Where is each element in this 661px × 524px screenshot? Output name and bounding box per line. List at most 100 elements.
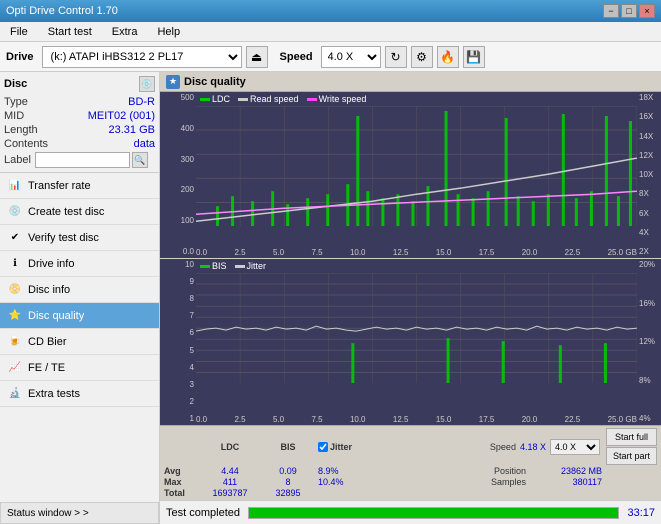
ldc-avg: 4.44 bbox=[202, 466, 258, 476]
status-window-button[interactable]: Status window > > bbox=[0, 502, 159, 524]
upper-y-axis-left: 500 400 300 200 100 0.0 bbox=[160, 92, 196, 258]
chart-title: Disc quality bbox=[184, 76, 246, 88]
sidebar-item-transfer-rate[interactable]: 📊 Transfer rate bbox=[0, 173, 159, 199]
disc-label-button[interactable]: 🔍 bbox=[132, 152, 148, 168]
disc-info-label: Disc info bbox=[28, 284, 70, 296]
drive-select[interactable]: (k:) ATAPI iHBS312 2 PL17 bbox=[42, 46, 242, 68]
lower-x-axis: 0.0 2.5 5.0 7.5 10.0 12.5 15.0 17.5 20.0… bbox=[196, 413, 637, 425]
create-test-disc-icon: 💿 bbox=[8, 205, 22, 219]
upper-x-axis: 0.0 2.5 5.0 7.5 10.0 12.5 15.0 17.5 20.0… bbox=[196, 246, 637, 258]
menu-file[interactable]: File bbox=[4, 25, 34, 39]
disc-section: Disc 💿 Type BD-R MID MEIT02 (001) Length… bbox=[0, 72, 159, 173]
upper-chart-legend: LDC Read speed Write speed bbox=[200, 94, 366, 104]
sidebar-item-extra-tests[interactable]: 🔬 Extra tests bbox=[0, 381, 159, 407]
start-part-button[interactable]: Start part bbox=[606, 447, 657, 465]
progress-bar-fill bbox=[249, 508, 618, 518]
extra-tests-icon: 🔬 bbox=[8, 387, 22, 401]
ldc-col-header: LDC bbox=[221, 442, 240, 452]
speed-col-label: Speed bbox=[490, 442, 516, 452]
disc-label-input[interactable] bbox=[35, 152, 130, 168]
cd-bier-icon: 🍺 bbox=[8, 335, 22, 349]
app-title: Opti Drive Control 1.70 bbox=[6, 5, 118, 17]
disc-info-icon: 📀 bbox=[8, 283, 22, 297]
settings-button[interactable]: ⚙ bbox=[411, 46, 433, 68]
speed-stats-select[interactable]: 4.0 X bbox=[550, 439, 600, 455]
drive-info-icon: ℹ bbox=[8, 257, 22, 271]
jitter-checkbox[interactable] bbox=[318, 442, 328, 452]
ldc-legend: LDC bbox=[200, 94, 230, 104]
total-label: Total bbox=[164, 488, 200, 498]
disc-contents-label: Contents bbox=[4, 138, 48, 150]
lower-chart-legend: BIS Jitter bbox=[200, 261, 266, 271]
lower-chart-svg bbox=[196, 273, 637, 383]
chart-header: ★ Disc quality bbox=[160, 72, 661, 92]
progress-bar-container bbox=[248, 507, 619, 519]
sidebar: Disc 💿 Type BD-R MID MEIT02 (001) Length… bbox=[0, 72, 160, 524]
burn-button[interactable]: 🔥 bbox=[437, 46, 459, 68]
speed-value-display: 4.18 X bbox=[520, 442, 546, 452]
disc-title: Disc bbox=[4, 78, 27, 90]
upper-y-axis-right: 18X 16X 14X 12X 10X 8X 6X 4X 2X bbox=[637, 92, 661, 258]
disc-icon: 💿 bbox=[139, 76, 155, 92]
bis-max: 8 bbox=[260, 477, 316, 487]
maximize-button[interactable]: □ bbox=[621, 4, 637, 18]
stats-area: LDC BIS Jitter Speed 4.18 X 4.0 X bbox=[160, 425, 661, 500]
sidebar-item-fe-te[interactable]: 📈 FE / TE bbox=[0, 355, 159, 381]
menu-start-test[interactable]: Start test bbox=[42, 25, 98, 39]
lower-y-axis-left: 10 9 8 7 6 5 4 3 2 1 bbox=[160, 259, 196, 425]
disc-quality-label: Disc quality bbox=[28, 310, 84, 322]
position-value: 23862 MB bbox=[532, 466, 602, 476]
bis-legend: BIS bbox=[200, 261, 227, 271]
status-text: Test completed bbox=[166, 507, 240, 519]
upper-chart-svg bbox=[196, 106, 637, 226]
disc-length-value: 23.31 GB bbox=[109, 124, 155, 136]
sidebar-item-cd-bier[interactable]: 🍺 CD Bier bbox=[0, 329, 159, 355]
create-test-disc-label: Create test disc bbox=[28, 206, 104, 218]
jitter-col-header: Jitter bbox=[330, 442, 352, 452]
samples-label: Samples bbox=[491, 477, 526, 487]
read-speed-legend: Read speed bbox=[238, 94, 299, 104]
start-full-button[interactable]: Start full bbox=[606, 428, 657, 446]
jitter-avg: 8.9% bbox=[318, 466, 492, 476]
ldc-max: 411 bbox=[202, 477, 258, 487]
sidebar-item-disc-info[interactable]: 📀 Disc info bbox=[0, 277, 159, 303]
refresh-button[interactable]: ↻ bbox=[385, 46, 407, 68]
menu-help[interactable]: Help bbox=[151, 25, 186, 39]
bis-total: 32895 bbox=[260, 488, 316, 498]
extra-tests-label: Extra tests bbox=[28, 388, 80, 400]
title-bar: Opti Drive Control 1.70 − □ × bbox=[0, 0, 661, 22]
lower-y-axis-right: 20% 16% 12% 8% 4% bbox=[637, 259, 661, 425]
speed-select[interactable]: 4.0 X bbox=[321, 46, 381, 68]
disc-length-label: Length bbox=[4, 124, 38, 136]
disc-label-label: Label bbox=[4, 154, 31, 166]
close-button[interactable]: × bbox=[639, 4, 655, 18]
verify-test-disc-icon: ✔ bbox=[8, 231, 22, 245]
disc-quality-icon: ⭐ bbox=[8, 309, 22, 323]
cd-bier-label: CD Bier bbox=[28, 336, 67, 348]
time-display: 33:17 bbox=[627, 507, 655, 519]
fe-te-icon: 📈 bbox=[8, 361, 22, 375]
save-button[interactable]: 💾 bbox=[463, 46, 485, 68]
disc-type-value: BD-R bbox=[128, 96, 155, 108]
sidebar-item-disc-quality[interactable]: ⭐ Disc quality bbox=[0, 303, 159, 329]
menu-extra[interactable]: Extra bbox=[106, 25, 144, 39]
write-speed-legend: Write speed bbox=[307, 94, 367, 104]
sidebar-item-create-test-disc[interactable]: 💿 Create test disc bbox=[0, 199, 159, 225]
sidebar-item-drive-info[interactable]: ℹ Drive info bbox=[0, 251, 159, 277]
toolbar: Drive (k:) ATAPI iHBS312 2 PL17 ⏏ Speed … bbox=[0, 42, 661, 72]
samples-value: 380117 bbox=[532, 477, 602, 487]
verify-test-disc-label: Verify test disc bbox=[28, 232, 99, 244]
speed-label: Speed bbox=[280, 51, 313, 63]
lower-chart: BIS Jitter 10 9 8 7 6 5 4 3 2 1 bbox=[160, 259, 661, 425]
fe-te-label: FE / TE bbox=[28, 362, 65, 374]
bis-avg: 0.09 bbox=[260, 466, 316, 476]
title-bar-controls: − □ × bbox=[603, 4, 655, 18]
main-content: Disc 💿 Type BD-R MID MEIT02 (001) Length… bbox=[0, 72, 661, 524]
sidebar-item-verify-test-disc[interactable]: ✔ Verify test disc bbox=[0, 225, 159, 251]
menu-bar: File Start test Extra Help bbox=[0, 22, 661, 42]
max-label: Max bbox=[164, 477, 200, 487]
eject-button[interactable]: ⏏ bbox=[246, 46, 268, 68]
minimize-button[interactable]: − bbox=[603, 4, 619, 18]
chart-area: ★ Disc quality LDC Read speed Write spee… bbox=[160, 72, 661, 524]
bis-col-header: BIS bbox=[280, 442, 295, 452]
